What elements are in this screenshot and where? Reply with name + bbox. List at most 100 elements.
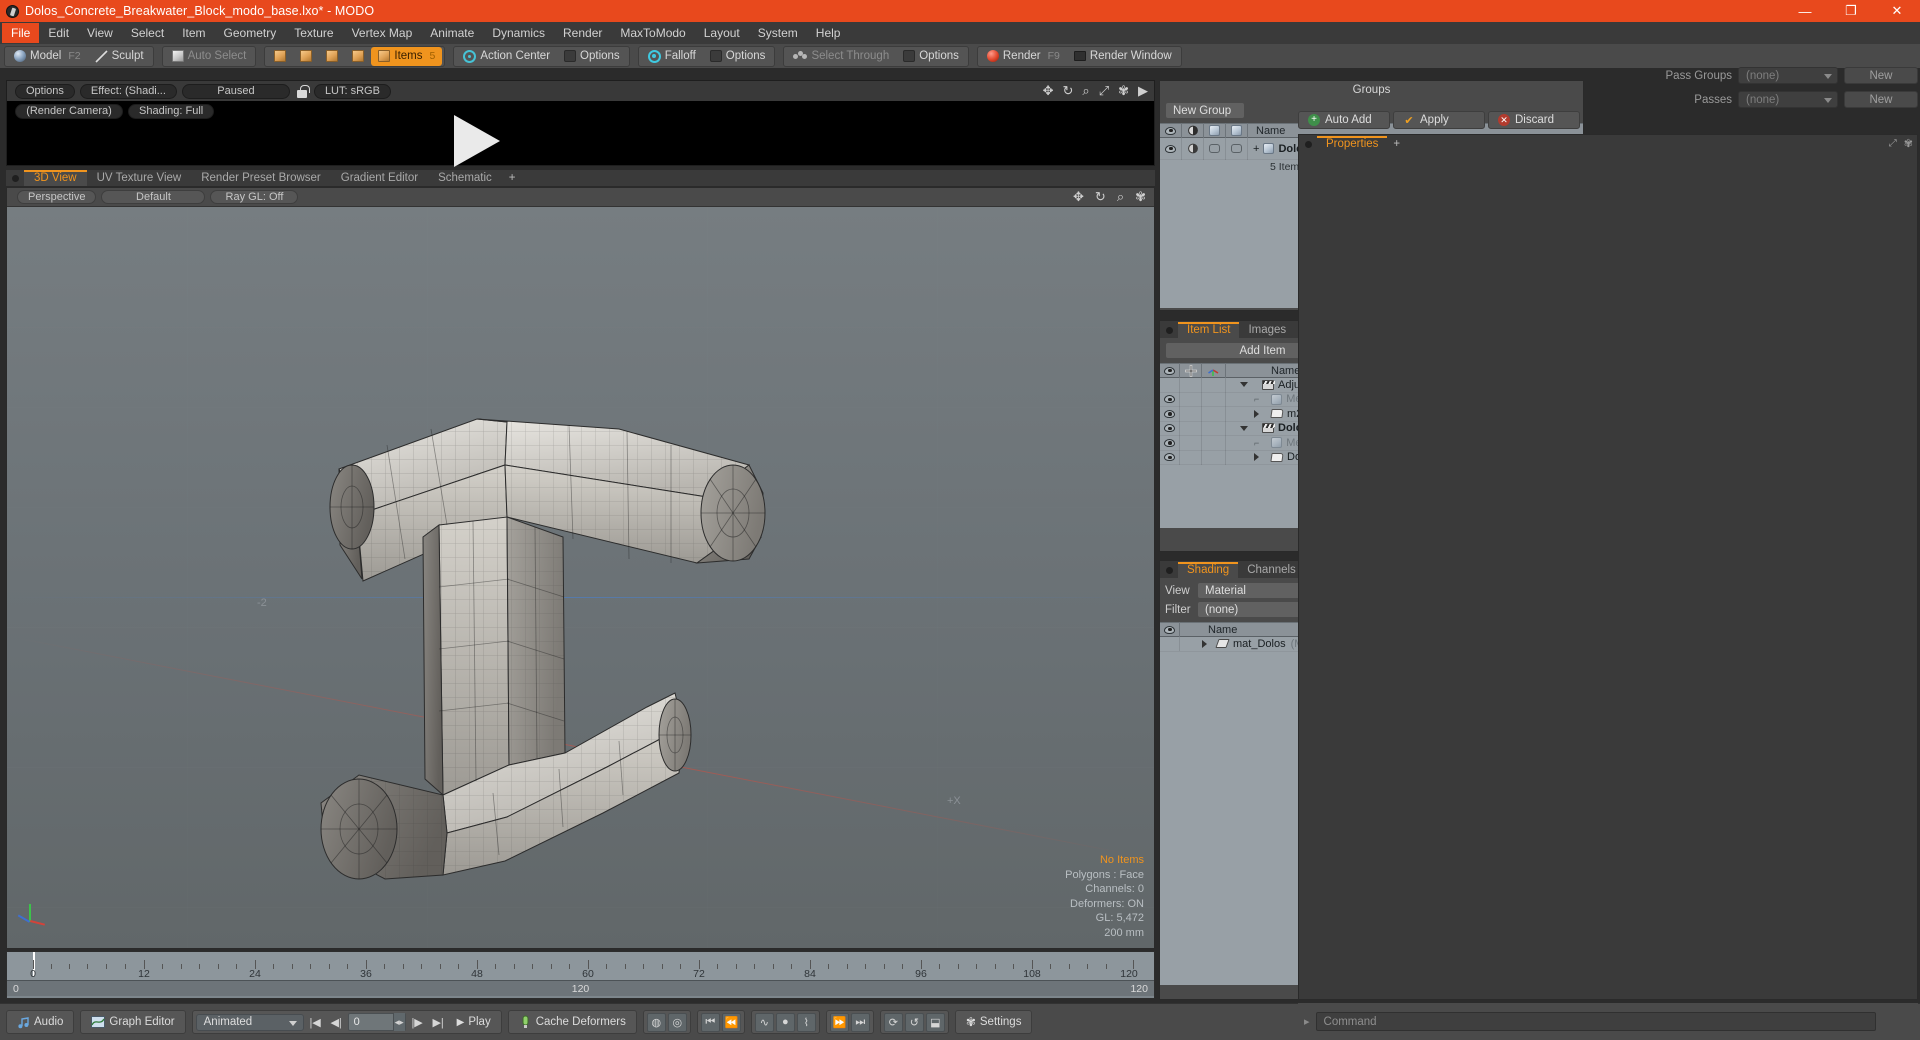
sculpt-mode-button[interactable]: Sculpt: [88, 47, 151, 66]
maximize-button[interactable]: ❐: [1828, 0, 1874, 22]
menu-item-maxtomodo[interactable]: MaxToModo: [611, 23, 694, 43]
move-icon[interactable]: ✥: [1073, 190, 1084, 203]
tab-gradient-editor[interactable]: Gradient Editor: [331, 170, 428, 186]
tab-item-list[interactable]: Item List: [1178, 322, 1240, 338]
passes-new-button[interactable]: New: [1844, 91, 1918, 108]
menu-item-item[interactable]: Item: [173, 23, 214, 43]
tab-images[interactable]: Images: [1239, 322, 1295, 338]
group-expander[interactable]: +: [1253, 143, 1259, 155]
go-to-end-button[interactable]: ▶|: [429, 1013, 448, 1032]
expander-right-icon[interactable]: [1254, 453, 1259, 462]
passes-dropdown[interactable]: (none): [1738, 91, 1838, 108]
auto-add-button[interactable]: + Auto Add: [1298, 111, 1390, 129]
delete-key-icon[interactable]: ◎: [667, 1012, 687, 1032]
settings-button[interactable]: ✾ Settings: [959, 1012, 1029, 1033]
menu-item-dynamics[interactable]: Dynamics: [483, 23, 554, 43]
tab-properties[interactable]: Properties: [1317, 136, 1388, 152]
set-key-icon[interactable]: ◍: [646, 1012, 666, 1032]
pass-groups-dropdown[interactable]: (none): [1738, 67, 1838, 84]
close-button[interactable]: ✕: [1874, 0, 1920, 22]
minimize-button[interactable]: —: [1782, 0, 1828, 22]
go-to-start-button[interactable]: |◀: [306, 1013, 325, 1032]
eye-icon[interactable]: [1165, 144, 1176, 153]
gear-icon[interactable]: ✾: [1135, 190, 1146, 203]
timeline-ruler[interactable]: 0 12 24 36 48 60 72 84 96 108 120: [7, 952, 1154, 980]
vertices-mode-button[interactable]: [267, 47, 293, 66]
render-window-button[interactable]: Render Window: [1067, 47, 1179, 66]
menu-item-file[interactable]: File: [2, 23, 40, 43]
panel-menu-dot-icon[interactable]: [12, 175, 19, 182]
preview-play-triangle-icon[interactable]: [454, 115, 500, 167]
current-frame-field[interactable]: 0 ◂▸: [347, 1013, 406, 1031]
preview-options-button[interactable]: Options: [15, 83, 75, 99]
tab-shading[interactable]: Shading: [1178, 562, 1239, 578]
action-center-button[interactable]: Action Center: [456, 47, 557, 66]
previous-key-icon[interactable]: ⏮: [700, 1012, 720, 1032]
falloff-options-button[interactable]: Options: [703, 47, 773, 66]
tab-add-button[interactable]: +: [1387, 136, 1406, 152]
new-group-button[interactable]: New Group: [1165, 102, 1245, 119]
dolos-concrete-block-mesh[interactable]: [7, 207, 1154, 948]
curve-bezier-icon[interactable]: ⌇: [796, 1012, 816, 1032]
rotate-icon[interactable]: ↻: [1095, 190, 1106, 203]
auto-select-button[interactable]: Auto Select: [165, 47, 254, 66]
shading-full-button[interactable]: Shading: Full: [128, 103, 215, 119]
audio-button[interactable]: Audio: [10, 1012, 70, 1033]
fit-icon[interactable]: ⤢: [1099, 84, 1109, 97]
render-icon[interactable]: [1187, 143, 1199, 154]
tab-uv-texture-view[interactable]: UV Texture View: [87, 170, 192, 186]
cache-deformers-button[interactable]: Cache Deformers: [512, 1012, 633, 1033]
command-input[interactable]: Command: [1315, 1012, 1876, 1031]
expand-icon[interactable]: ⤢: [1889, 138, 1897, 149]
render-camera-button[interactable]: (Render Camera): [15, 103, 123, 119]
raygl-toggle-button[interactable]: Ray GL: Off: [210, 190, 299, 204]
panel-menu-dot-icon[interactable]: [1305, 141, 1312, 148]
menu-item-help[interactable]: Help: [807, 23, 850, 43]
wire-toggle[interactable]: [1231, 144, 1242, 153]
zoom-icon[interactable]: ⌕: [1082, 84, 1089, 97]
preview-paused-button[interactable]: Paused: [181, 83, 290, 99]
materials-mode-button[interactable]: [345, 47, 371, 66]
menu-item-animate[interactable]: Animate: [421, 23, 483, 43]
last-key-icon[interactable]: ⏭: [850, 1012, 870, 1032]
timeline-panel[interactable]: 0 12 24 36 48 60 72 84 96 108 120 0 120 …: [6, 951, 1155, 999]
next-frame-button[interactable]: |▶: [408, 1013, 427, 1032]
preview-lut-button[interactable]: LUT: sRGB: [313, 83, 391, 99]
menu-item-layout[interactable]: Layout: [695, 23, 749, 43]
gear-icon[interactable]: ✾: [1118, 84, 1129, 97]
eye-icon[interactable]: [1164, 453, 1175, 462]
reverse-icon[interactable]: ↺: [904, 1012, 924, 1032]
previous-frame-button[interactable]: ◀|: [327, 1013, 346, 1032]
polygons-mode-button[interactable]: [319, 47, 345, 66]
bake-icon[interactable]: ⬓: [925, 1012, 945, 1032]
panel-menu-dot-icon[interactable]: [1166, 567, 1173, 574]
expander-down-icon[interactable]: [1240, 382, 1248, 388]
select-through-options-button[interactable]: Options: [896, 47, 966, 66]
animated-dropdown[interactable]: Animated: [195, 1013, 304, 1031]
expander-down-icon[interactable]: [1240, 425, 1248, 431]
play-button[interactable]: ▶ Play: [450, 1012, 498, 1033]
model-mode-button[interactable]: Model F2: [7, 47, 88, 66]
expander-right-icon[interactable]: [1254, 409, 1259, 418]
timeline-range-bar[interactable]: 0 120 120: [7, 980, 1154, 996]
select-through-button[interactable]: Select Through: [786, 47, 896, 66]
render-button[interactable]: Render F9: [980, 47, 1067, 66]
tab-3d-view[interactable]: 3D View: [24, 170, 87, 186]
jump-back-key-icon[interactable]: ⏪: [721, 1012, 741, 1032]
shaded-toggle[interactable]: [1209, 144, 1220, 153]
tab-schematic[interactable]: Schematic: [428, 170, 502, 186]
falloff-button[interactable]: Falloff: [641, 47, 703, 66]
tab-add-button[interactable]: +: [502, 170, 523, 186]
curve-ease-icon[interactable]: ●: [775, 1012, 795, 1032]
panel-menu-dot-icon[interactable]: [1166, 327, 1173, 334]
pass-groups-new-button[interactable]: New: [1844, 67, 1918, 84]
loop-icon[interactable]: ⟳: [883, 1012, 903, 1032]
discard-button[interactable]: ✕ Discard: [1488, 111, 1580, 129]
menu-item-vertex-map[interactable]: Vertex Map: [343, 23, 422, 43]
menu-item-render[interactable]: Render: [554, 23, 611, 43]
move-icon[interactable]: ✥: [1043, 84, 1054, 97]
3d-viewport[interactable]: Perspective Default Ray GL: Off ✥ ↻ ⌕ ✾: [6, 187, 1155, 949]
menu-item-system[interactable]: System: [749, 23, 807, 43]
next-key-icon[interactable]: ⏩: [829, 1012, 849, 1032]
zoom-icon[interactable]: ⌕: [1117, 190, 1124, 203]
